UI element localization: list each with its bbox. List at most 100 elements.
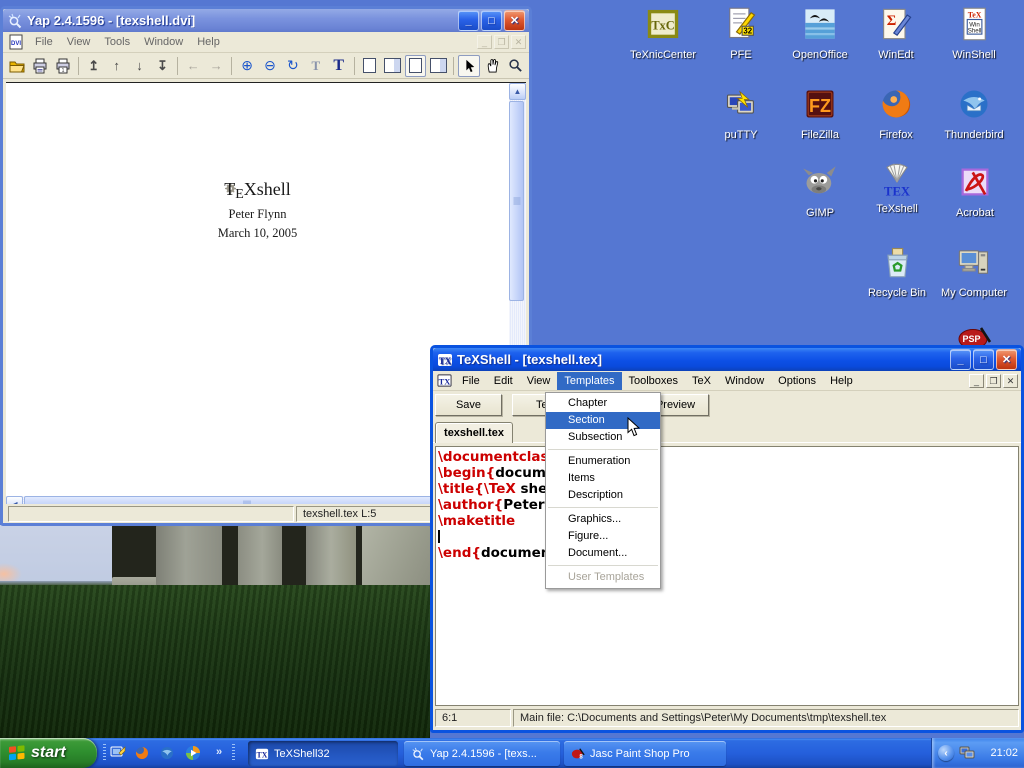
texshell-window: TX TeXShell - [texshell.tex] _ □ ✕ TX Fi… <box>430 345 1024 733</box>
print-icon[interactable] <box>29 55 51 77</box>
desktop-icon-my-computer[interactable]: My Computer <box>935 244 1013 301</box>
continuous-view-icon[interactable] <box>405 55 427 77</box>
yap-mdi-close-icon[interactable]: ✕ <box>511 35 526 49</box>
firefox-quicklaunch-icon[interactable] <box>134 745 150 761</box>
texshell-menu-edit[interactable]: Edit <box>487 372 520 390</box>
back-icon[interactable]: ← <box>182 55 204 77</box>
texshell-mdi-minimize-icon[interactable]: _ <box>969 374 984 388</box>
forward-icon[interactable]: → <box>205 55 227 77</box>
single-page-view-icon[interactable] <box>359 55 381 77</box>
texshell-minimize-button[interactable]: _ <box>950 349 971 370</box>
menu-separator <box>548 565 658 566</box>
svg-text:FZ: FZ <box>809 96 831 116</box>
quicklaunch-handle[interactable] <box>103 744 106 762</box>
last-page-icon[interactable]: ↧ <box>151 55 173 77</box>
desktop-icon-label: Firefox <box>879 129 913 141</box>
desktop-icon-thunderbird[interactable]: Thunderbird <box>935 86 1013 143</box>
texshell-menu-options[interactable]: Options <box>771 372 823 390</box>
yap-menu-help[interactable]: Help <box>190 33 227 51</box>
yap-task-icon <box>411 747 425 761</box>
desktop-icon-putty[interactable]: puTTY <box>702 86 780 143</box>
texshell-menu-file[interactable]: File <box>455 372 487 390</box>
menu-item-graphics[interactable]: Graphics... <box>546 511 660 528</box>
previous-page-icon[interactable]: ↑ <box>106 55 128 77</box>
desktop-icon-filezilla[interactable]: FZ FileZilla <box>781 86 859 143</box>
facing-page-view-icon[interactable] <box>382 55 404 77</box>
taskband-handle[interactable] <box>232 744 235 762</box>
texshell-menu-templates[interactable]: Templates <box>557 372 621 390</box>
texshell-menu-view[interactable]: View <box>520 372 558 390</box>
desktop-icon-label: Acrobat <box>956 207 994 219</box>
magnifier-tool-icon[interactable] <box>504 55 526 77</box>
first-page-icon[interactable]: ↥ <box>83 55 105 77</box>
hand-tool-icon[interactable] <box>481 55 503 77</box>
ruler-tool-icon[interactable]: T <box>305 55 327 77</box>
menu-item-chapter[interactable]: Chapter <box>546 395 660 412</box>
yap-menu-window[interactable]: Window <box>137 33 190 51</box>
menu-item-figure[interactable]: Figure... <box>546 528 660 545</box>
menu-item-items[interactable]: Items <box>546 470 660 487</box>
texshell-titlebar[interactable]: TX TeXShell - [texshell.tex] _ □ ✕ <box>433 348 1021 371</box>
menu-item-document[interactable]: Document... <box>546 545 660 562</box>
texshell-mdi-restore-icon[interactable]: ❐ <box>986 374 1001 388</box>
save-button[interactable]: Save <box>435 394 502 416</box>
print-page-icon[interactable]: 1 <box>52 55 74 77</box>
texshell-menu-window[interactable]: Window <box>718 372 771 390</box>
taskbar-button-paintshoppro[interactable]: 8 Jasc Paint Shop Pro <box>564 741 726 766</box>
yap-vscroll-thumb[interactable] <box>509 101 524 301</box>
menu-item-enumeration[interactable]: Enumeration <box>546 453 660 470</box>
desktop-icon-recycle-bin[interactable]: Recycle Bin <box>858 244 936 301</box>
menu-item-user-templates[interactable]: User Templates <box>546 569 660 586</box>
text-mode-icon[interactable]: T <box>328 55 350 77</box>
desktop-icon-winshell[interactable]: TeXWinShell WinShell <box>935 6 1013 63</box>
desktop-icon-texniccenter[interactable]: TxC TeXnicCenter <box>624 6 702 63</box>
svg-text:TeX: TeX <box>968 10 982 19</box>
menu-item-description[interactable]: Description <box>546 487 660 504</box>
tab-texshell-tex[interactable]: texshell.tex <box>435 422 513 443</box>
yap-mdi-restore-icon[interactable]: ❐ <box>494 35 509 49</box>
select-tool-icon[interactable] <box>458 55 480 77</box>
start-button[interactable]: start <box>0 738 97 768</box>
texshell-maximize-button[interactable]: □ <box>973 349 994 370</box>
yap-menu-view[interactable]: View <box>60 33 98 51</box>
desktop-icon-acrobat[interactable]: Acrobat <box>936 164 1014 221</box>
refresh-icon[interactable]: ↻ <box>282 55 304 77</box>
texshell-menu-tex[interactable]: TeX <box>685 372 718 390</box>
yap-menu-tools[interactable]: Tools <box>97 33 137 51</box>
thunderbird-quicklaunch-icon[interactable] <box>159 745 175 761</box>
zoom-out-icon[interactable]: ⊖ <box>259 55 281 77</box>
scroll-up-icon[interactable]: ▲ <box>509 83 526 100</box>
menu-item-subsection[interactable]: Subsection <box>546 429 660 446</box>
yap-close-button[interactable]: ✕ <box>504 10 525 31</box>
next-page-icon[interactable]: ↓ <box>129 55 151 77</box>
yap-minimize-button[interactable]: _ <box>458 10 479 31</box>
texshell-mdi-close-icon[interactable]: ✕ <box>1003 374 1018 388</box>
code-line: \author{Peter Flynn} <box>438 497 1018 513</box>
continuous-facing-view-icon[interactable] <box>427 55 449 77</box>
quicklaunch-overflow-chevron[interactable]: » <box>216 746 222 758</box>
display-settings-tray-icon[interactable] <box>959 745 976 761</box>
texshell-close-button[interactable]: ✕ <box>996 349 1017 370</box>
zoom-in-icon[interactable]: ⊕ <box>236 55 258 77</box>
desktop-icon-texshell[interactable]: TEX TeXshell <box>858 160 936 217</box>
taskbar-button-yap[interactable]: Yap 2.4.1596 - [texs... <box>404 741 560 766</box>
texshell-menu-help[interactable]: Help <box>823 372 860 390</box>
tray-collapse-chevron-icon[interactable]: ‹ <box>938 745 954 761</box>
desktop-icon-openoffice[interactable]: OpenOffice <box>781 6 859 63</box>
taskbar-button-texshell32[interactable]: TX TeXShell32 <box>248 741 398 766</box>
desktop-icon-firefox[interactable]: Firefox <box>857 86 935 143</box>
texshell-editor[interactable]: \documentclass{article} \begin{document}… <box>435 446 1019 706</box>
yap-titlebar[interactable]: Yap 2.4.1596 - [texshell.dvi] _ □ ✕ <box>3 9 529 32</box>
show-desktop-icon[interactable] <box>110 745 126 761</box>
yap-menu-file[interactable]: File <box>28 33 60 51</box>
desktop-icon-pfe[interactable]: 32 PFE <box>702 6 780 63</box>
yap-mdi-minimize-icon[interactable]: _ <box>477 35 492 49</box>
taskbar-clock[interactable]: 21:02 <box>990 747 1018 759</box>
open-file-icon[interactable] <box>6 55 28 77</box>
menu-item-section[interactable]: Section <box>546 412 660 429</box>
desktop-icon-winedt[interactable]: Σ WinEdt <box>857 6 935 63</box>
desktop-icon-gimp[interactable]: GIMP <box>781 164 859 221</box>
texshell-menu-toolboxes[interactable]: Toolboxes <box>622 372 686 390</box>
yap-maximize-button[interactable]: □ <box>481 10 502 31</box>
media-player-quicklaunch-icon[interactable] <box>185 745 201 761</box>
